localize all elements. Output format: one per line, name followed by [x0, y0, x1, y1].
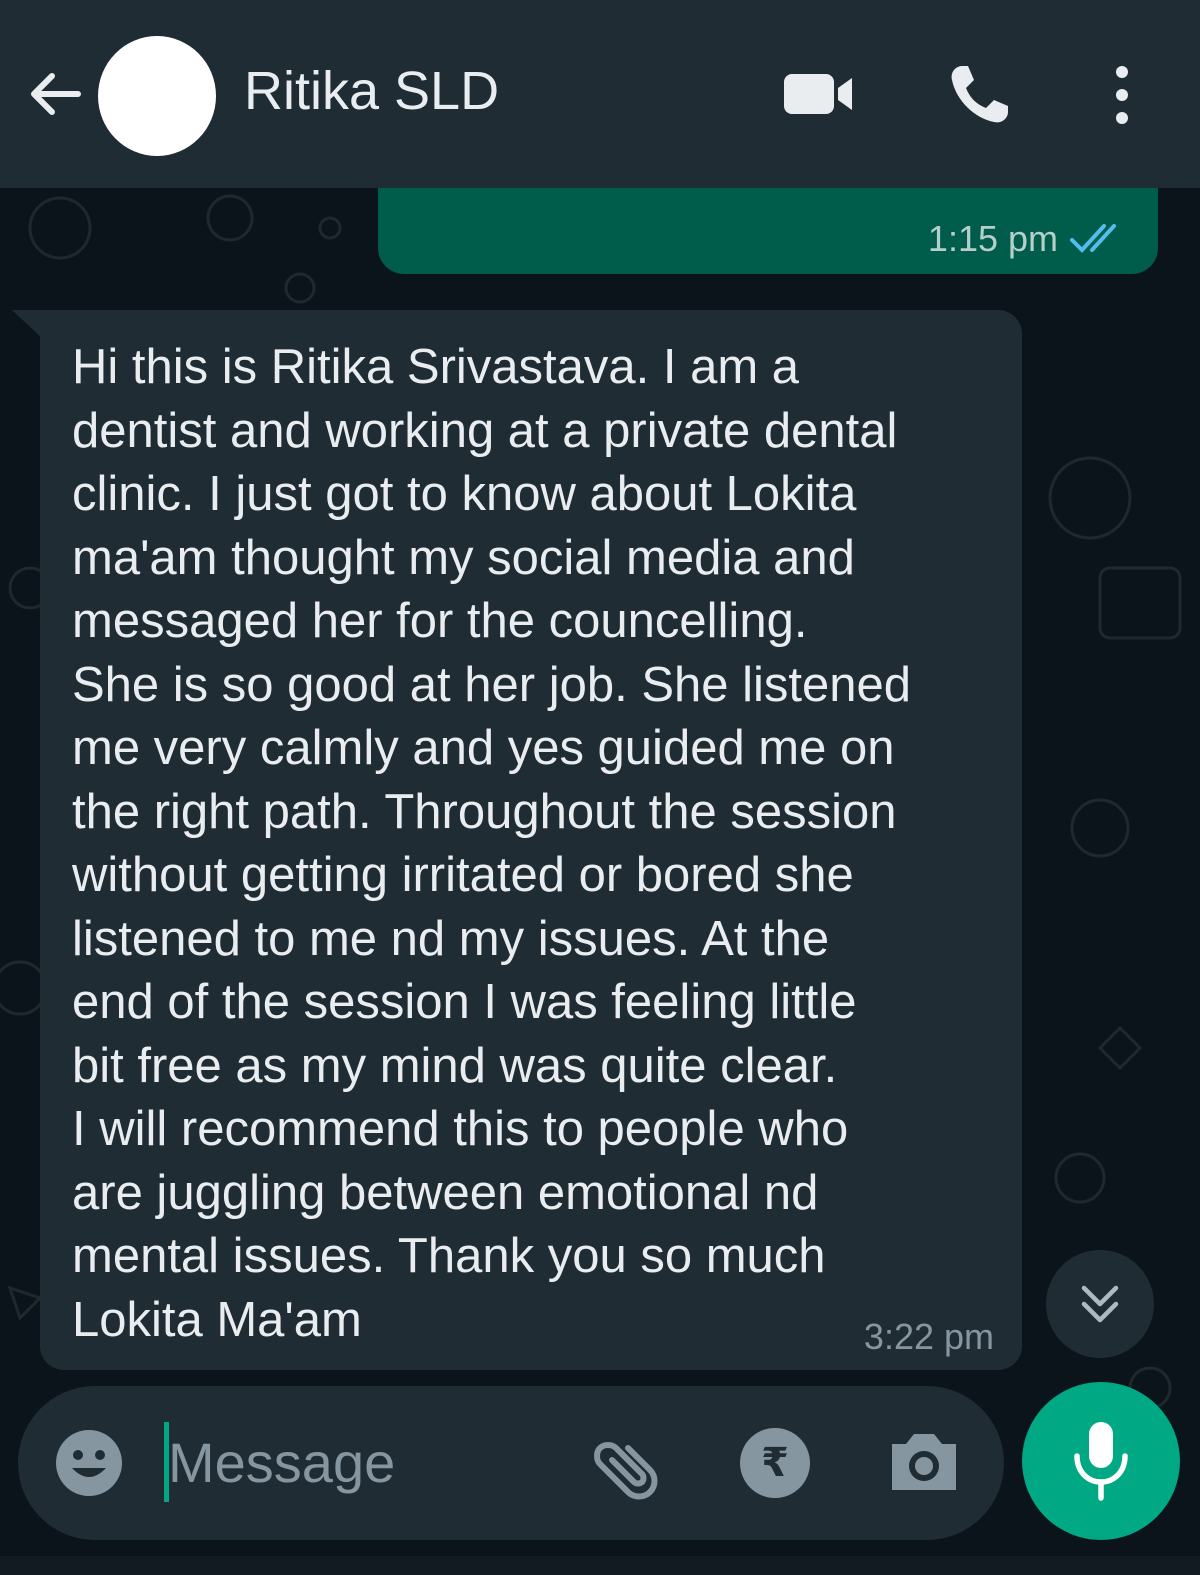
voice-message-button[interactable] [1022, 1382, 1180, 1540]
message-time: 1:15 pm [927, 218, 1058, 259]
video-camera-icon[interactable] [780, 64, 856, 124]
contact-name[interactable]: Ritika SLD [244, 60, 499, 122]
message-input[interactable] [164, 1416, 564, 1508]
message-composer: ₹ [18, 1386, 1004, 1540]
message-time: 3:22 pm [863, 1316, 994, 1357]
rupee-icon[interactable]: ₹ [740, 1428, 810, 1498]
microphone-icon [1074, 1422, 1128, 1501]
outgoing-message-bubble[interactable]: 1:15 pm [378, 188, 1158, 274]
contact-avatar[interactable] [98, 36, 216, 156]
bottom-strip [0, 1556, 1200, 1575]
scroll-to-bottom-button[interactable] [1046, 1250, 1154, 1358]
phone-icon[interactable] [944, 60, 1014, 130]
rupee-symbol: ₹ [761, 1440, 789, 1486]
double-check-icon [1070, 224, 1116, 253]
camera-icon[interactable] [886, 1422, 962, 1502]
message-text: Hi this is Ritika Srivastava. I am a den… [72, 340, 912, 1347]
double-chevron-down-icon [1081, 1285, 1119, 1323]
more-vertical-icon[interactable] [1100, 60, 1144, 130]
incoming-message-bubble[interactable]: Hi this is Ritika Srivastava. I am a den… [40, 310, 1022, 1370]
paperclip-icon[interactable] [588, 1420, 672, 1504]
back-arrow-icon[interactable] [22, 62, 86, 126]
chat-area: 1:15 pm Hi this is Ritika Srivastava. I … [0, 188, 1200, 1575]
smiley-icon[interactable] [54, 1428, 124, 1498]
chat-header: Ritika SLD [0, 0, 1200, 188]
